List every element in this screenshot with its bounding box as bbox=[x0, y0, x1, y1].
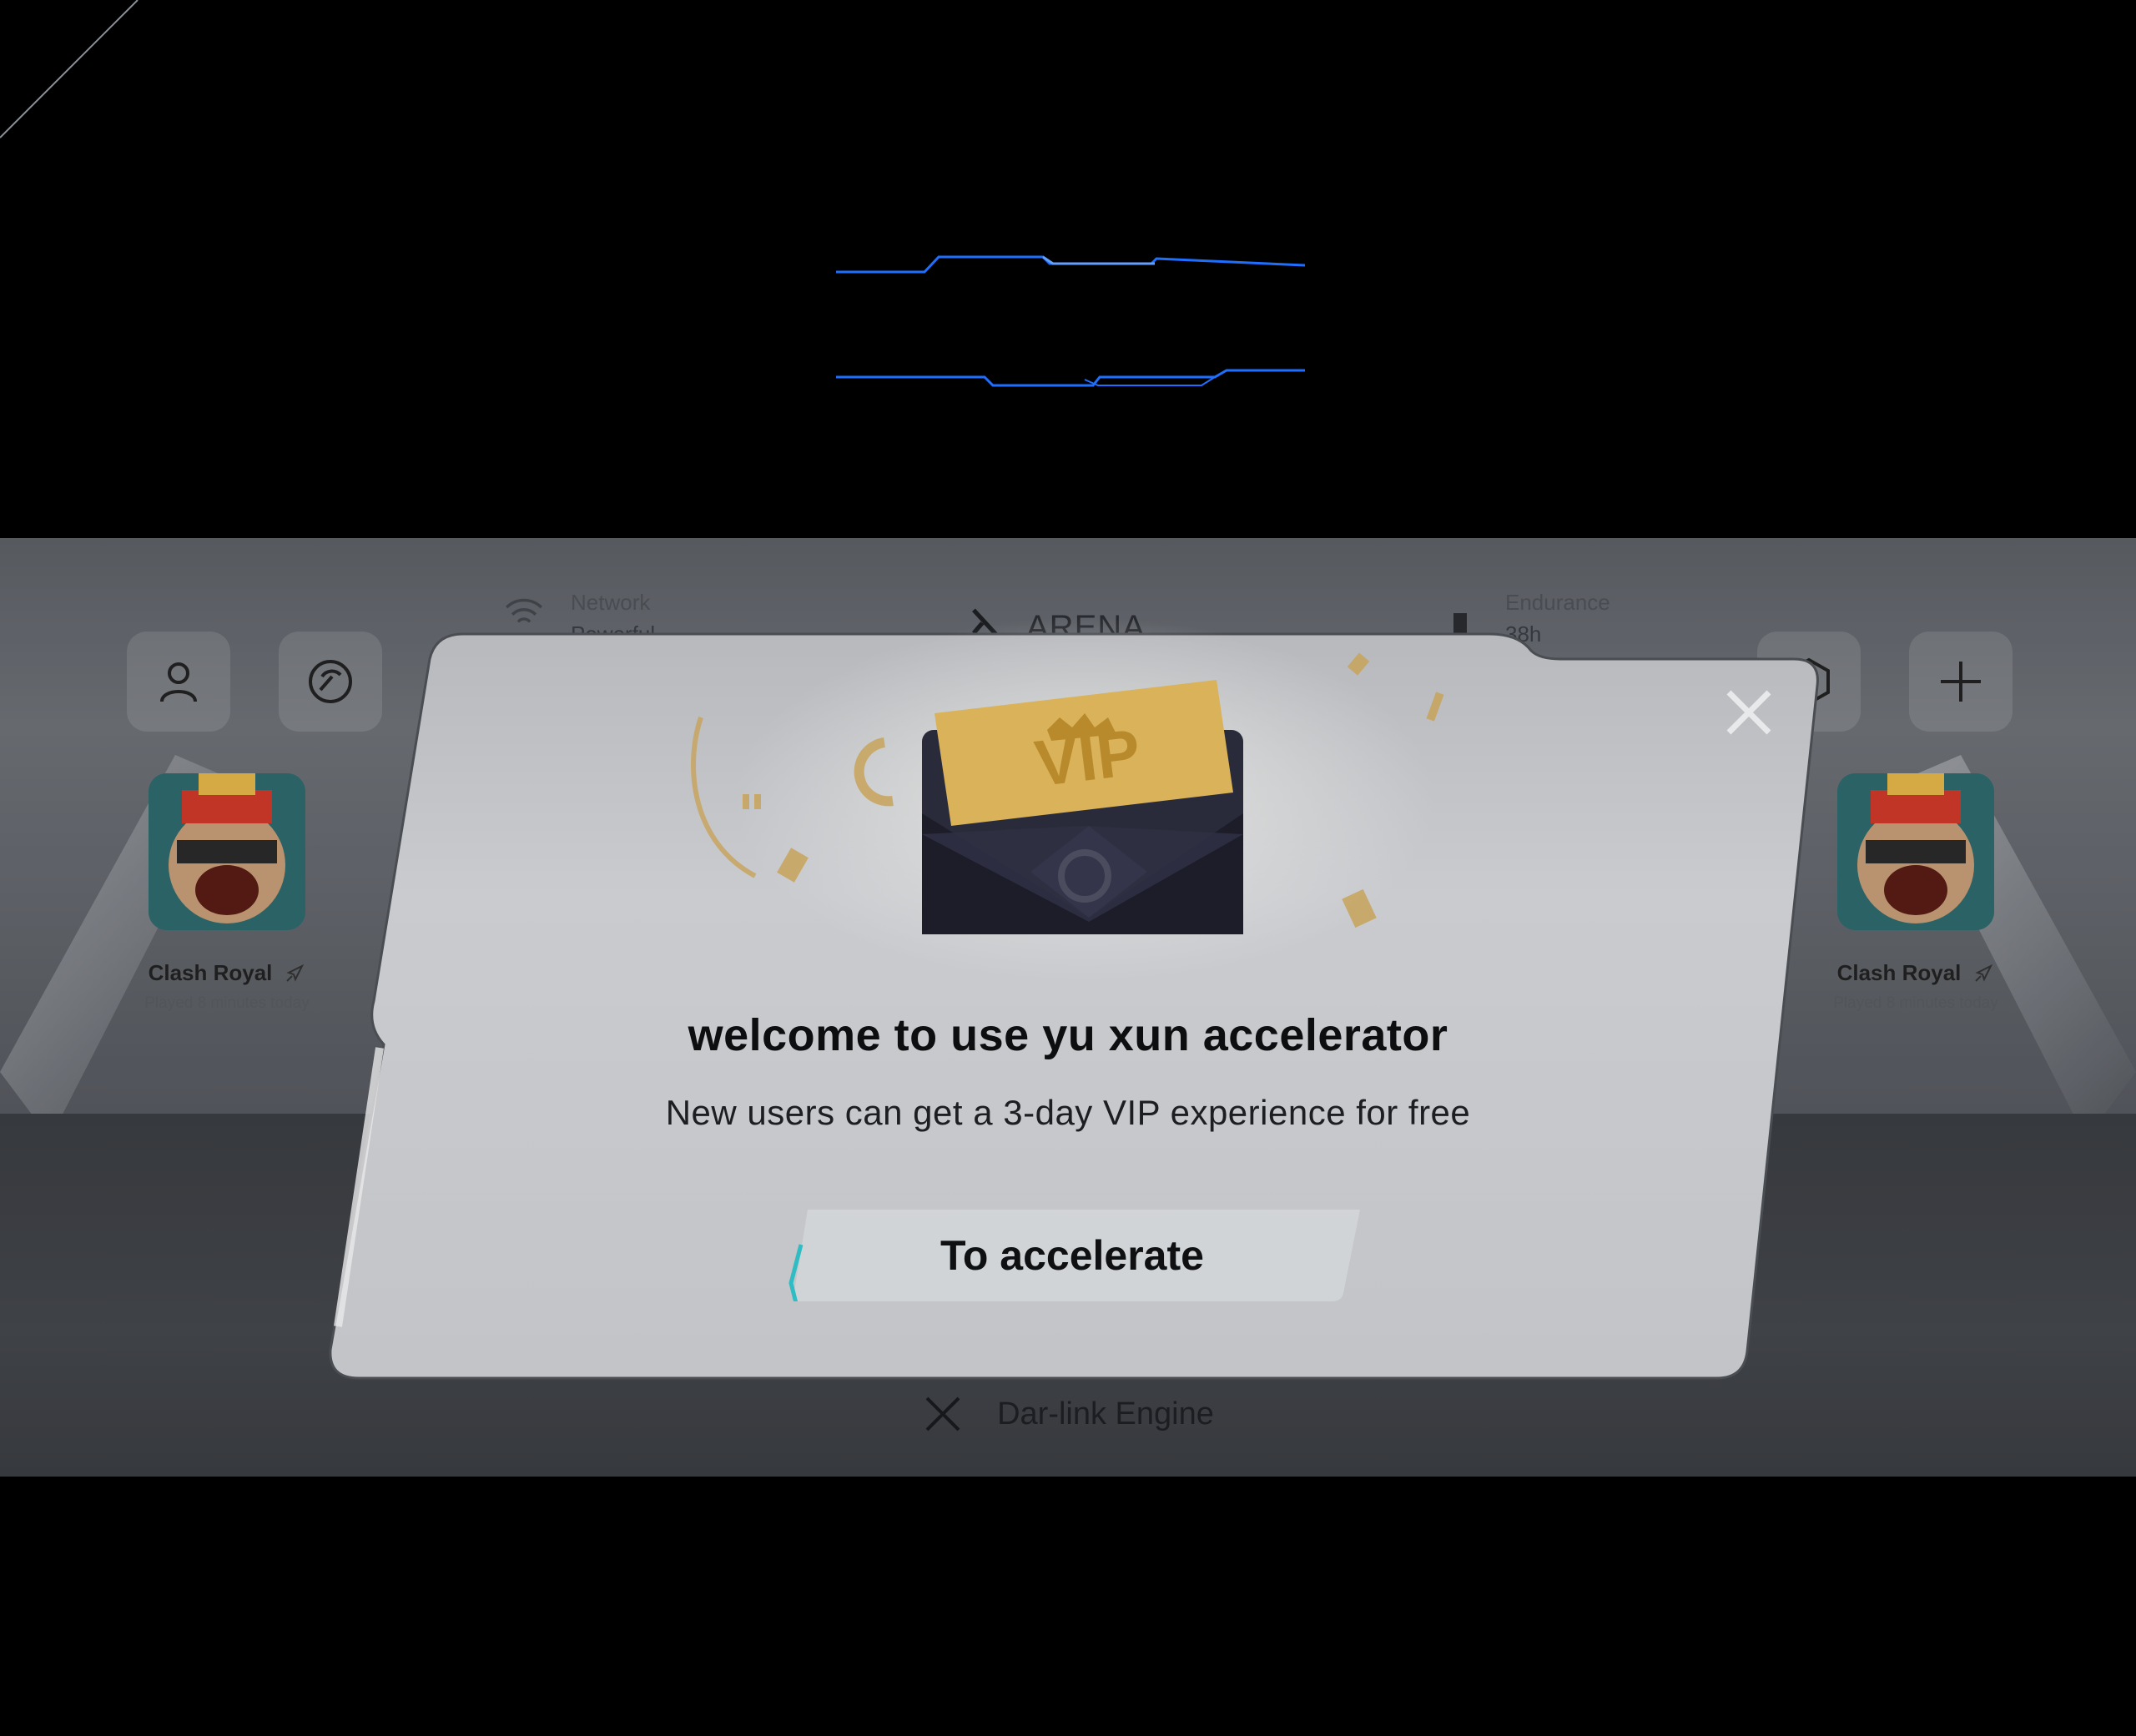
close-button[interactable] bbox=[1719, 682, 1779, 742]
modal-title: welcome to use yu xun accelerator bbox=[688, 1010, 1448, 1060]
welcome-modal: VIP welcome to use yu xun accelerator Ne… bbox=[0, 0, 2136, 1736]
close-icon bbox=[1726, 690, 1771, 735]
accelerate-button-label: To accelerate bbox=[940, 1232, 1204, 1279]
accelerate-button[interactable]: To accelerate bbox=[784, 1210, 1360, 1301]
vip-envelope-illustration: VIP bbox=[922, 680, 1243, 934]
modal-subtitle: New users can get a 3-day VIP experience… bbox=[665, 1093, 1471, 1132]
